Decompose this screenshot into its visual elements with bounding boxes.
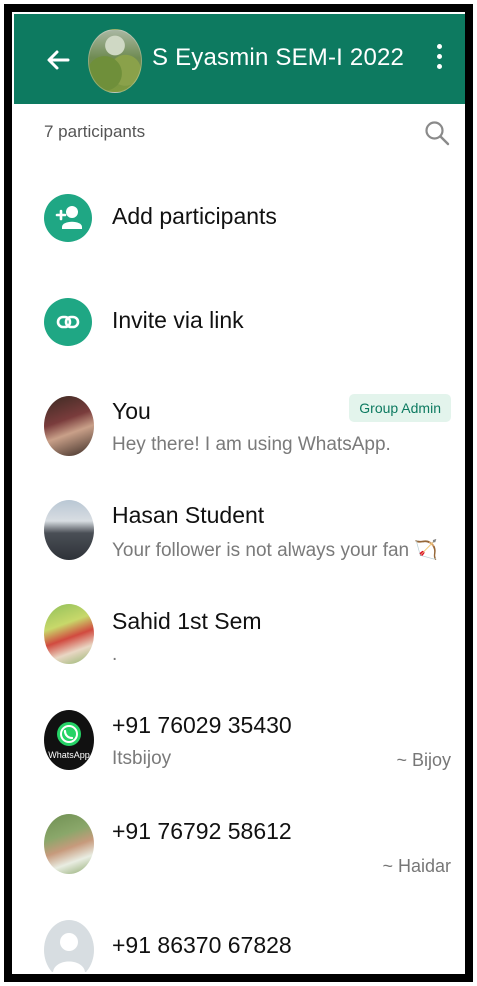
add-person-icon bbox=[44, 194, 92, 242]
avatar bbox=[44, 396, 94, 456]
participant-name: You bbox=[112, 398, 151, 424]
search-icon[interactable] bbox=[424, 120, 450, 146]
participant-name: Sahid 1st Sem bbox=[112, 608, 262, 634]
participant-alias: ~ Haidar bbox=[382, 856, 451, 876]
avatar bbox=[44, 920, 94, 972]
avatar bbox=[44, 500, 94, 560]
participant-row[interactable]: You Hey there! I am using WhatsApp. Grou… bbox=[14, 376, 465, 480]
whatsapp-logo-icon bbox=[57, 721, 81, 746]
group-admin-badge: Group Admin bbox=[349, 394, 451, 422]
participant-name: Hasan Student bbox=[112, 502, 265, 528]
invite-link-label: Invite via link bbox=[112, 307, 244, 333]
participant-name: +91 76029 35430 bbox=[112, 712, 292, 738]
participant-row[interactable]: Hasan Student Your follower is not alway… bbox=[14, 480, 465, 584]
app-bar: S Eyasmin SEM-I 2022 bbox=[14, 14, 465, 104]
group-participants-screen: S Eyasmin SEM-I 2022 7 participants Add … bbox=[14, 14, 465, 972]
invite-link-button[interactable]: Invite via link bbox=[14, 270, 465, 374]
participant-alias: ~ Bijoy bbox=[396, 750, 451, 770]
participant-status: Itsbijoy bbox=[112, 748, 172, 769]
participants-count: 7 participants bbox=[44, 122, 146, 141]
group-avatar[interactable] bbox=[88, 29, 142, 93]
participant-status: Hey there! I am using WhatsApp. bbox=[112, 434, 391, 455]
link-icon bbox=[44, 298, 92, 346]
avatar: WhatsApp bbox=[44, 710, 94, 770]
avatar-caption: WhatsApp bbox=[48, 749, 90, 760]
avatar bbox=[44, 814, 94, 874]
participant-row[interactable]: Sahid 1st Sem . bbox=[14, 586, 465, 690]
add-participants-button[interactable]: Add participants bbox=[14, 166, 465, 270]
more-vertical-icon[interactable] bbox=[432, 44, 446, 76]
participant-row[interactable]: WhatsApp +91 76029 35430 Itsbijoy ~ Bijo… bbox=[14, 690, 465, 794]
participant-row[interactable]: +91 86370 67828 bbox=[14, 902, 465, 972]
participant-name: +91 76792 58612 bbox=[112, 818, 292, 844]
group-title[interactable]: S Eyasmin SEM-I 2022 bbox=[152, 44, 404, 72]
participant-status: . bbox=[112, 644, 118, 665]
participant-status: Your follower is not always your fan 🏹 bbox=[112, 540, 439, 561]
arrow-left-icon[interactable] bbox=[44, 46, 72, 74]
add-participants-label: Add participants bbox=[112, 203, 277, 229]
participant-name: +91 86370 67828 bbox=[112, 932, 292, 958]
participant-row[interactable]: +91 76792 58612 ~ Haidar bbox=[14, 796, 465, 900]
avatar bbox=[44, 604, 94, 664]
